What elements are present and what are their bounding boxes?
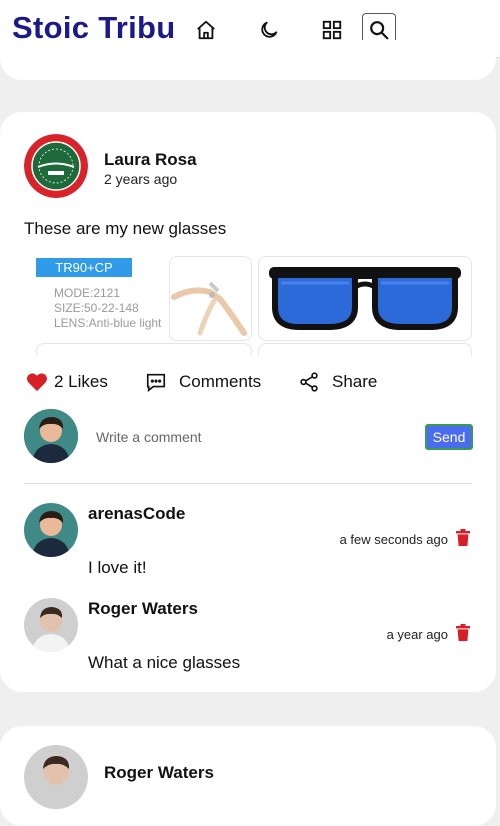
- post-card: [0, 112, 496, 692]
- product-hinge-image[interactable]: [169, 256, 252, 341]
- comment-input[interactable]: [94, 428, 418, 446]
- product-glasses-image[interactable]: [258, 256, 472, 341]
- post-text: These are my new glasses: [24, 219, 227, 238]
- post-timestamp: 2 years ago: [104, 171, 178, 187]
- comment-icon: [146, 373, 166, 392]
- post-author-name[interactable]: Laura Rosa: [104, 150, 197, 170]
- share-button[interactable]: Share: [298, 370, 377, 394]
- comment-timestamp: a year ago: [386, 627, 448, 642]
- previous-post-card: [0, 40, 496, 80]
- product-image-partial-left: [36, 343, 252, 356]
- product-spec-mode: MODE:2121: [54, 286, 121, 300]
- send-comment-button[interactable]: Send: [425, 424, 473, 450]
- current-user-avatar[interactable]: [24, 409, 78, 463]
- comment-avatar-arenascode[interactable]: [24, 503, 78, 557]
- next-post-author-name[interactable]: Roger Waters: [104, 763, 214, 783]
- heart-icon: [27, 373, 47, 392]
- comment-text: I love it!: [88, 558, 147, 577]
- like-button[interactable]: 2 Likes: [26, 370, 108, 394]
- comment-avatar-roger-waters[interactable]: [24, 598, 78, 652]
- comment-author[interactable]: arenasCode: [88, 504, 185, 524]
- product-spec-size: SIZE:50-22-148: [54, 301, 139, 315]
- product-spec-lens: LENS:Anti-blue light: [54, 316, 162, 330]
- share-label: Share: [332, 372, 378, 391]
- likes-count: 2 Likes: [54, 372, 108, 391]
- share-icon: [300, 372, 318, 392]
- trash-icon[interactable]: [456, 529, 470, 551]
- post-author-avatar[interactable]: [24, 134, 88, 198]
- comment-timestamp: a few seconds ago: [339, 532, 448, 547]
- product-image-partial-right: [258, 343, 472, 356]
- comments-divider: [24, 483, 472, 484]
- comments-button[interactable]: Comments: [145, 370, 261, 394]
- next-post-author-avatar[interactable]: [24, 745, 88, 809]
- trash-icon[interactable]: [456, 624, 470, 646]
- comments-label: Comments: [179, 372, 262, 391]
- comment-author[interactable]: Roger Waters: [88, 599, 198, 619]
- comment-text: What a nice glasses: [88, 653, 241, 672]
- product-tag: TR90+CP: [36, 258, 132, 277]
